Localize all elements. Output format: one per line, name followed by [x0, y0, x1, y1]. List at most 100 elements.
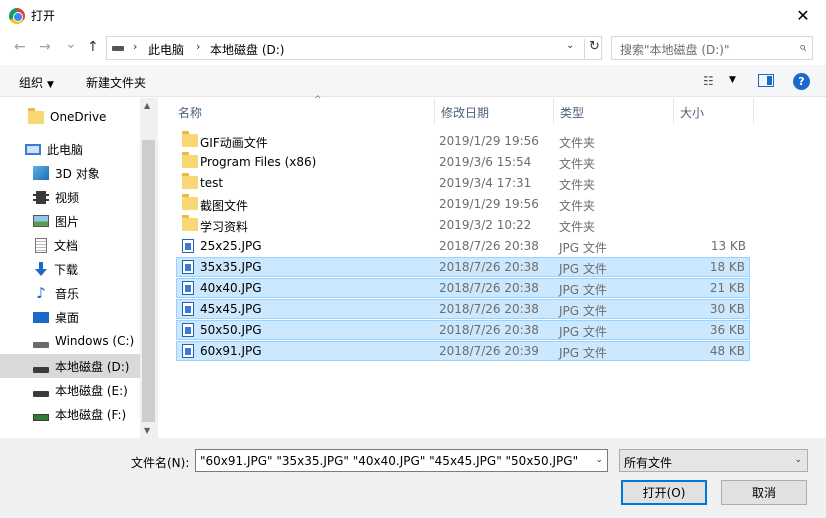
sidebar-item-label: 下载 [54, 262, 79, 277]
filename-label: 文件名(N): [131, 456, 190, 470]
file-type: 文件夹 [559, 199, 596, 213]
file-type: JPG 文件 [559, 262, 607, 276]
chrome-app-icon [9, 8, 25, 24]
file-type: 文件夹 [559, 220, 596, 234]
sidebar-item-downloads[interactable]: 下载 [0, 257, 140, 281]
file-size: 36 KB [709, 323, 745, 337]
chevron-down-icon[interactable]: ⌄ [794, 455, 802, 465]
search-icon[interactable]: ⌕ [799, 40, 806, 55]
breadcrumb-item-this-pc[interactable]: 此电脑 [148, 41, 184, 58]
file-row-selected[interactable]: 40x40.JPG 2018/7/26 20:38 JPG 文件 21 KB [176, 278, 750, 298]
filename-input[interactable]: "60x91.JPG" "35x35.JPG" "40x40.JPG" "45x… [195, 449, 608, 472]
file-row[interactable]: 截图文件 2019/1/29 19:56 文件夹 [176, 194, 750, 214]
breadcrumb-chevron-icon[interactable]: › [196, 40, 200, 53]
sidebar-item-drive-d[interactable]: 本地磁盘 (D:) [0, 354, 140, 378]
column-header-size[interactable]: 大小 [674, 98, 754, 124]
pictures-icon [33, 215, 49, 227]
video-icon [33, 190, 49, 204]
file-type: JPG 文件 [559, 283, 607, 297]
navigation-bar: ← → ⌄ ↑ › 此电脑 › 本地磁盘 (D:) ⌄ ↻ 搜索"本地磁盘 (D… [0, 31, 826, 65]
chevron-down-icon[interactable]: ⌄ [595, 455, 603, 465]
chevron-down-icon[interactable]: ⌄ [566, 40, 574, 51]
file-name: Program Files (x86) [200, 155, 317, 169]
sidebar-item-drive-c[interactable]: Windows (C:) [0, 329, 140, 353]
documents-icon [35, 237, 47, 253]
sidebar-item-onedrive[interactable]: OneDrive [0, 105, 140, 129]
filetype-select[interactable]: 所有文件 ⌄ [619, 449, 808, 472]
file-name: 60x91.JPG [200, 344, 262, 358]
file-row-selected[interactable]: 60x91.JPG 2018/7/26 20:39 JPG 文件 48 KB [176, 341, 750, 361]
sidebar-item-drive-e[interactable]: 本地磁盘 (E:) [0, 378, 140, 402]
up-arrow-icon[interactable]: ↑ [87, 39, 99, 55]
forward-arrow-icon[interactable]: → [39, 39, 51, 55]
file-size: 48 KB [709, 344, 745, 358]
file-type: JPG 文件 [559, 325, 607, 339]
scroll-up-icon[interactable]: ▲ [144, 101, 150, 110]
column-header-name[interactable]: 名称 ^ [172, 95, 435, 124]
file-name: 40x40.JPG [200, 281, 262, 295]
music-icon: ♪ [36, 284, 46, 302]
sidebar-item-this-pc[interactable]: 此电脑 [0, 137, 140, 161]
file-row[interactable]: Program Files (x86) 2019/3/6 15:54 文件夹 [176, 152, 750, 172]
navigation-scrollbar[interactable]: ▲ ▼ [140, 98, 157, 438]
refresh-icon[interactable]: ↻ [584, 39, 600, 59]
navigation-pane: OneDrive 此电脑 3D 对象 视频 图片 文档 下载 ♪ 音乐 桌面 W… [0, 98, 157, 438]
image-file-icon [182, 344, 194, 358]
sidebar-item-desktop[interactable]: 桌面 [0, 305, 140, 329]
sidebar-item-label: 图片 [55, 214, 80, 229]
help-icon[interactable]: ? [793, 73, 810, 90]
search-input[interactable]: 搜索"本地磁盘 (D:)" [620, 41, 730, 58]
file-row-selected[interactable]: 45x45.JPG 2018/7/26 20:38 JPG 文件 30 KB [176, 299, 750, 319]
sidebar-item-videos[interactable]: 视频 [0, 185, 140, 209]
sidebar-item-label: Windows (C:) [55, 334, 135, 348]
download-icon [34, 262, 48, 276]
close-button[interactable]: ✕ [780, 0, 826, 31]
preview-pane-icon[interactable] [758, 74, 774, 87]
caret-down-icon: ▼ [47, 80, 54, 90]
file-name: test [200, 176, 224, 190]
file-size: 18 KB [709, 260, 745, 274]
file-row-selected[interactable]: 35x35.JPG 2018/7/26 20:38 JPG 文件 18 KB [176, 257, 750, 277]
folder-icon [182, 194, 198, 210]
image-file-icon [182, 239, 194, 253]
sidebar-item-pictures[interactable]: 图片 [0, 209, 140, 233]
column-header-date[interactable]: 修改日期 [435, 98, 554, 124]
file-size: 30 KB [709, 302, 745, 316]
back-arrow-icon[interactable]: ← [14, 39, 26, 55]
drive-icon [33, 391, 49, 397]
scroll-down-icon[interactable]: ▼ [144, 426, 150, 435]
folder-icon [182, 173, 198, 189]
drive-icon [112, 46, 124, 51]
view-options-icon[interactable]: ☷ [703, 74, 714, 88]
file-type: JPG 文件 [559, 304, 607, 318]
file-row[interactable]: 25x25.JPG 2018/7/26 20:38 JPG 文件 13 KB [176, 236, 750, 256]
sort-ascending-icon: ^ [314, 95, 322, 105]
sidebar-item-drive-f[interactable]: 本地磁盘 (F:) [0, 402, 140, 426]
file-date: 2018/7/26 20:38 [439, 323, 539, 337]
scrollbar-thumb[interactable] [142, 140, 155, 422]
sidebar-item-documents[interactable]: 文档 [0, 233, 140, 257]
file-type: 文件夹 [559, 178, 596, 192]
folder-icon [28, 107, 44, 124]
file-row-selected[interactable]: 50x50.JPG 2018/7/26 20:38 JPG 文件 36 KB [176, 320, 750, 340]
file-row[interactable]: GIF动画文件 2019/1/29 19:56 文件夹 [176, 131, 750, 151]
image-file-icon [182, 260, 194, 274]
column-header-type[interactable]: 类型 [554, 98, 674, 124]
recent-locations-icon[interactable]: ⌄ [65, 36, 77, 52]
filename-value[interactable]: "60x91.JPG" "35x35.JPG" "40x40.JPG" "45x… [200, 454, 585, 468]
sidebar-item-3d-objects[interactable]: 3D 对象 [0, 161, 140, 185]
sidebar-item-music[interactable]: ♪ 音乐 [0, 281, 140, 305]
new-folder-button[interactable]: 新建文件夹 [86, 74, 146, 91]
file-row[interactable]: test 2019/3/4 17:31 文件夹 [176, 173, 750, 193]
caret-down-icon[interactable]: ▼ [729, 75, 736, 85]
file-date: 2019/1/29 19:56 [439, 134, 539, 148]
open-button[interactable]: 打开(O) [621, 480, 707, 505]
breadcrumb-item-drive-d[interactable]: 本地磁盘 (D:) [210, 41, 284, 58]
address-bar[interactable]: › 此电脑 › 本地磁盘 (D:) ⌄ ↻ [106, 36, 602, 60]
image-file-icon [182, 323, 194, 337]
breadcrumb-chevron-icon[interactable]: › [133, 40, 137, 53]
cancel-button[interactable]: 取消 [721, 480, 807, 505]
file-row[interactable]: 学习资料 2019/3/2 10:22 文件夹 [176, 215, 750, 235]
organize-menu[interactable]: 组织 ▼ [19, 74, 54, 91]
search-box[interactable]: 搜索"本地磁盘 (D:)" ⌕ [611, 36, 813, 60]
